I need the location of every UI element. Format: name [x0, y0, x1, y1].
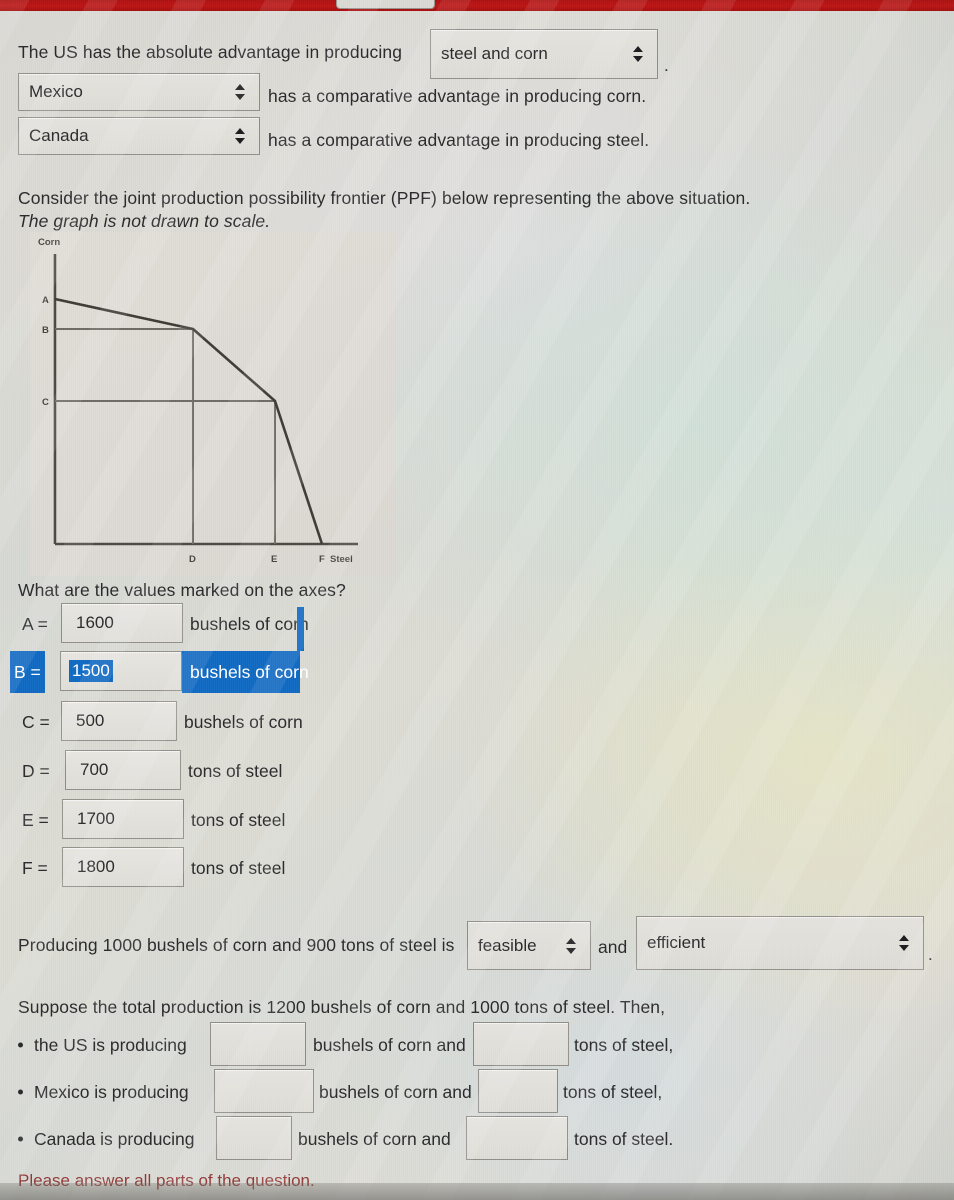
production-tail-us: tons of steel, [574, 1034, 674, 1055]
production-row-canada: Canada is producing bushels of corn and … [18, 1116, 928, 1162]
axis-input-B-value: 1500 [69, 660, 113, 682]
production-mid-canada: bushels of corn and [298, 1128, 451, 1149]
tick-label-D: D [189, 554, 196, 565]
bullet-icon [18, 1042, 23, 1048]
feasibility-period: . [928, 945, 933, 964]
chevron-updown-icon [565, 937, 576, 954]
select-efficient[interactable]: efficient [636, 916, 924, 970]
absolute-advantage-lead: The US has the absolute advantage in pro… [18, 42, 403, 62]
production-mid-us: bushels of corn and [313, 1034, 466, 1055]
ppf-graph-image: Corn Steel A B C D E F [30, 232, 396, 576]
chevron-updown-icon [898, 935, 909, 951]
production-who-us: the US is producing [34, 1034, 187, 1055]
select-feasible-value: feasible [478, 935, 537, 955]
production-steel-input-mexico[interactable] [478, 1069, 558, 1113]
axis-value-row-C: C = 500 bushels of corn [18, 701, 458, 743]
axis-value-row-F: F = 1800 tons of steel [18, 847, 458, 889]
production-corn-input-mexico[interactable] [214, 1069, 314, 1113]
x-axis-title: Steel [330, 554, 353, 565]
axis-value-row-B: B = 1500 bushels of corn [10, 651, 310, 693]
production-mid-mexico: bushels of corn and [319, 1081, 472, 1102]
axis-input-A[interactable]: 1600 [61, 603, 183, 643]
ppf-chart-svg: Corn Steel A B C D E F [38, 237, 358, 565]
bullet-icon [18, 1089, 23, 1095]
comparative-corn-label: has a comparative advantage in producing… [268, 86, 647, 106]
select-absolute-advantage[interactable]: steel and corn [430, 29, 658, 79]
tick-label-C: C [42, 397, 49, 408]
production-who-canada: Canada is producing [34, 1128, 195, 1149]
feasibility-and-word: and [598, 937, 628, 957]
production-row-us: the US is producing bushels of corn and … [18, 1022, 928, 1068]
chevron-updown-icon [234, 128, 245, 144]
select-feasible[interactable]: feasible [467, 921, 591, 970]
axis-value-row-E: E = 1700 tons of steel [18, 799, 458, 841]
production-tail-canada: tons of steel. [574, 1128, 674, 1149]
axis-value-row-D: D = 700 tons of steel [18, 750, 458, 792]
ppf-intro-paragraph: Consider the joint production possibilit… [18, 187, 918, 234]
select-absolute-advantage-value: steel and corn [441, 44, 548, 63]
ppf-frontier-curve [54, 297, 324, 545]
text-selection-cursor [297, 607, 304, 651]
axis-input-A-value: 1600 [76, 613, 114, 632]
axis-input-D[interactable]: 700 [65, 750, 181, 790]
axis-unit-B: bushels of corn [182, 651, 309, 693]
select-comparative-advantage-corn[interactable]: Mexico [18, 73, 260, 111]
tick-label-F: F [319, 554, 325, 565]
axis-unit-C: bushels of corn [184, 711, 303, 732]
bottom-screen-edge [0, 1183, 954, 1200]
production-steel-input-canada[interactable] [466, 1116, 568, 1160]
ppf-intro-line-1: Consider the joint production possibilit… [18, 188, 751, 208]
tick-label-A: A [42, 295, 49, 306]
tick-label-B: B [42, 325, 49, 336]
axis-key-F: F = [22, 857, 48, 878]
browser-chrome-bar [0, 0, 954, 11]
chevron-updown-icon [234, 84, 245, 100]
axis-key-D: D = [22, 760, 50, 781]
axis-input-C[interactable]: 500 [61, 701, 177, 741]
feasibility-lead: Producing 1000 bushels of corn and 900 t… [18, 935, 455, 955]
absolute-advantage-period: . [664, 56, 669, 75]
axis-unit-F: tons of steel [191, 857, 286, 878]
production-who-mexico: Mexico is producing [34, 1081, 189, 1102]
production-steel-input-us[interactable] [473, 1022, 569, 1066]
bullet-icon [18, 1136, 23, 1142]
select-comparative-corn-value: Mexico [29, 82, 83, 101]
axis-key-E: E = [22, 809, 49, 830]
axis-input-B[interactable]: 1500 [60, 651, 182, 691]
axis-unit-A: bushels of corn [190, 613, 309, 634]
axis-input-E-value: 1700 [77, 809, 115, 828]
axis-unit-D: tons of steel [188, 760, 283, 781]
axis-input-D-value: 700 [80, 760, 109, 779]
comparative-steel-label: has a comparative advantage in producing… [268, 130, 650, 150]
suppose-intro: Suppose the total production is 1200 bus… [18, 997, 666, 1017]
y-axis-title: Corn [38, 237, 60, 248]
axis-input-C-value: 500 [76, 711, 105, 730]
production-tail-mexico: tons of steel, [563, 1081, 663, 1102]
axis-key-B: B = [10, 651, 45, 693]
production-row-mexico: Mexico is producing bushels of corn and … [18, 1069, 928, 1115]
tick-label-E: E [271, 554, 277, 565]
axis-key-A: A = [22, 613, 48, 634]
select-efficient-value: efficient [647, 933, 706, 952]
ppf-intro-line-2: The graph is not drawn to scale. [18, 211, 271, 232]
axis-key-C: C = [22, 711, 50, 732]
browser-tab-stub[interactable] [336, 0, 435, 9]
axis-input-F[interactable]: 1800 [62, 847, 184, 887]
axis-unit-E: tons of steel [191, 809, 286, 830]
axis-value-row-A: A = 1600 bushels of corn [18, 603, 458, 645]
axes-values-prompt: What are the values marked on the axes? [18, 580, 346, 600]
select-comparative-steel-value: Canada [29, 126, 89, 145]
axis-input-F-value: 1800 [77, 857, 115, 876]
axis-input-E[interactable]: 1700 [62, 799, 184, 839]
page-content: The US has the absolute advantage in pro… [0, 11, 954, 1200]
production-corn-input-us[interactable] [210, 1022, 306, 1066]
chevron-updown-icon [632, 46, 643, 62]
production-corn-input-canada[interactable] [216, 1116, 292, 1160]
select-comparative-advantage-steel[interactable]: Canada [18, 117, 260, 155]
